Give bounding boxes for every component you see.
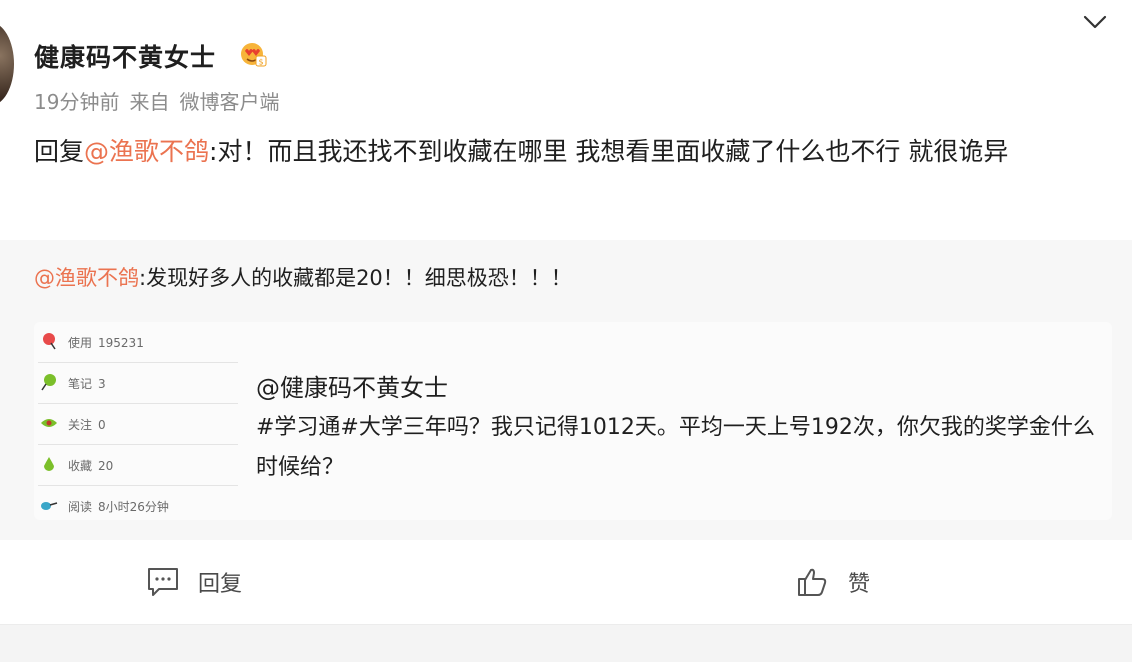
reply-prefix: 回复: [34, 137, 85, 166]
reply-text: 回复@渔歌不鸽:对！而且我还找不到收藏在哪里 我想看里面收藏了什么也不行 就很诡…: [34, 128, 1094, 176]
username[interactable]: 健康码不黄女士: [34, 38, 216, 74]
stat-value: 8小时26分钟: [98, 500, 169, 514]
like-button[interactable]: 赞: [796, 566, 870, 598]
stat-row-reading: 阅读 8小时26分钟: [38, 486, 238, 527]
quoted-text: @渔歌不鸽:发现好多人的收藏都是20！！细思极恐！！！: [34, 262, 572, 292]
quote-body: :发现好多人的收藏都是20！！细思极恐！！！: [139, 266, 572, 290]
stat-label: 使用: [68, 336, 93, 350]
source-prefix: 来自: [129, 90, 170, 114]
post-time: 19分钟前: [34, 90, 120, 114]
reply-body: :对！而且我还找不到收藏在哪里 我想看里面收藏了什么也不行 就很诡异: [209, 137, 1009, 166]
svg-text:$: $: [259, 58, 264, 67]
post-meta: 19分钟前 来自 微博客户端: [34, 86, 289, 115]
racket-icon: [41, 374, 56, 391]
stat-value: 3: [98, 377, 106, 391]
quoted-image-card[interactable]: 使用 195231 笔记 3 关注 0 收藏 20 阅读 8小时26分钟 @健康…: [34, 322, 1112, 520]
like-label: 赞: [848, 572, 871, 597]
stat-label: 收藏: [68, 459, 93, 473]
avatar[interactable]: [0, 22, 14, 106]
leaf-icon: [41, 419, 57, 427]
stat-value: 0: [98, 418, 106, 432]
card-title: @健康码不黄女士: [256, 374, 448, 402]
card-body: #学习通#大学三年吗？我只记得1012天。平均一天上号192次，你欠我的奖学金什…: [256, 415, 1095, 480]
stat-row-favorites: 收藏 20: [38, 445, 238, 486]
weibo-comment-page: 健康码不黄女士 $ 19分钟前 来自 微博客户端 回复@渔歌不鸽:对！而且我还找不到…: [0, 0, 1132, 662]
stat-value: 20: [98, 459, 114, 473]
glasses-icon: [41, 502, 58, 510]
stat-label: 阅读: [68, 500, 93, 514]
stat-row-notes: 笔记 3: [38, 363, 238, 404]
stat-value: 195231: [98, 336, 144, 350]
stats-list: 使用 195231 笔记 3 关注 0 收藏 20 阅读 8小时26分钟: [38, 322, 238, 527]
stat-row-follow: 关注 0: [38, 404, 238, 445]
pear-icon: [44, 457, 54, 471]
reply-button[interactable]: 回复: [146, 566, 242, 598]
quote-mention-link[interactable]: @渔歌不鸽: [34, 266, 139, 290]
thumbs-up-icon: [798, 568, 827, 596]
bottom-divider: [0, 624, 1132, 662]
heart-eyes-badge-icon: $: [241, 43, 267, 67]
stat-row-usage: 使用 195231: [38, 322, 238, 363]
comment-icon: [148, 568, 178, 596]
post-source[interactable]: 微博客户端: [179, 90, 279, 114]
stat-label: 关注: [68, 418, 93, 432]
chevron-down-icon[interactable]: [1082, 12, 1108, 32]
reply-mention-link[interactable]: @渔歌不鸽: [84, 137, 209, 166]
stat-label: 笔记: [68, 377, 93, 391]
reply-label: 回复: [198, 572, 243, 597]
pin-icon: [43, 333, 56, 350]
